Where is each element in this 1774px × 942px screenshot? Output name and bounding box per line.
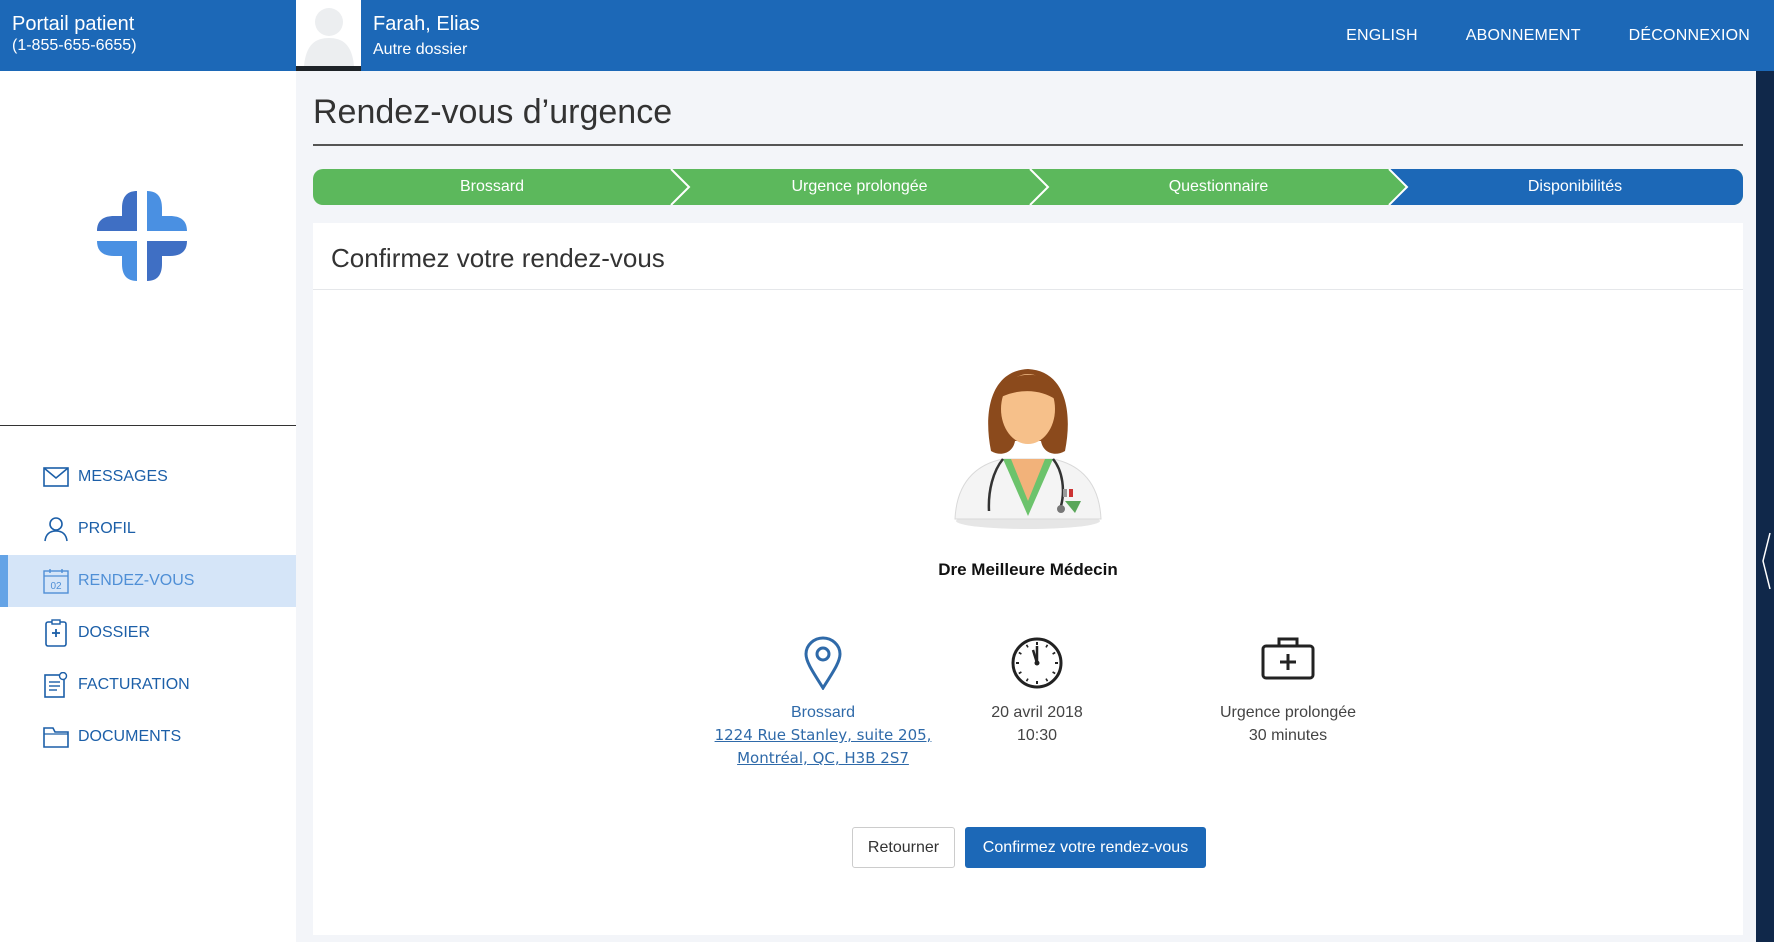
patient-name: Farah, Elias <box>373 13 480 35</box>
sidebar-divider <box>0 425 296 426</box>
nav-english[interactable]: ENGLISH <box>1346 27 1418 45</box>
back-button[interactable]: Retourner <box>852 827 955 868</box>
main-content: Rendez-vous d’urgence Brossard Urgence p… <box>296 71 1756 942</box>
sidebar-item-label: DOCUMENTS <box>78 728 182 745</box>
map-pin-icon <box>673 636 973 696</box>
sidebar: MESSAGES PROFIL 02 RENDEZ-VOUS DOSSIER F… <box>0 71 296 942</box>
sidebar-item-billing[interactable]: FACTURATION <box>0 659 296 711</box>
side-panel-toggle[interactable] <box>1756 71 1774 942</box>
sidebar-item-label: DOSSIER <box>78 624 151 641</box>
appointment-date: 20 avril 2018 <box>991 704 1083 721</box>
clock-icon <box>947 636 1127 696</box>
avatar-placeholder-icon <box>296 0 361 66</box>
type-info: Urgence prolongée 30 minutes <box>1163 636 1413 747</box>
invoice-icon <box>42 671 70 699</box>
nav-logout[interactable]: DÉCONNEXION <box>1629 27 1750 45</box>
top-bar: Portail patient (1-855-655-6655) Farah, … <box>0 0 1774 71</box>
brand: Portail patient (1-855-655-6655) <box>0 0 296 71</box>
other-record-link[interactable]: Autre dossier <box>373 40 480 60</box>
appointment-duration: 30 minutes <box>1248 727 1328 744</box>
sidebar-item-appointments[interactable]: 02 RENDEZ-VOUS <box>0 555 296 607</box>
medical-kit-icon <box>1163 636 1413 696</box>
nav-subscription[interactable]: ABONNEMENT <box>1466 27 1581 45</box>
time-info: 20 avril 2018 10:30 <box>947 636 1127 747</box>
brand-phone: (1-855-655-6655) <box>12 37 137 54</box>
step-availability: Disponibilités <box>1527 178 1623 195</box>
card-title: Confirmez votre rendez-vous <box>331 243 665 273</box>
sidebar-item-messages[interactable]: MESSAGES <box>0 451 296 503</box>
step-questionnaire: Questionnaire <box>1168 178 1269 195</box>
sidebar-item-label: MESSAGES <box>78 468 168 485</box>
user-icon <box>42 515 70 543</box>
appointment-hour: 10:30 <box>1016 727 1058 744</box>
sidebar-item-documents[interactable]: DOCUMENTS <box>0 711 296 763</box>
confirm-button[interactable]: Confirmez votre rendez-vous <box>965 827 1206 868</box>
sidebar-item-label: FACTURATION <box>78 676 190 693</box>
doctor-name: Dre Meilleure Médecin <box>938 560 1118 579</box>
svg-text:02: 02 <box>50 581 62 592</box>
sidebar-item-label: RENDEZ-VOUS <box>78 572 195 589</box>
clinic-logo <box>97 191 187 281</box>
top-nav: ENGLISH ABONNEMENT DÉCONNEXION <box>1346 0 1774 71</box>
sidebar-nav: MESSAGES PROFIL 02 RENDEZ-VOUS DOSSIER F… <box>0 451 296 763</box>
sidebar-item-label: PROFIL <box>78 520 136 537</box>
location-info: Brossard 1224 Rue Stanley, suite 205, Mo… <box>673 636 973 770</box>
doctor-avatar <box>954 369 1102 529</box>
folder-icon <box>42 723 70 751</box>
chevron-left-icon <box>1762 532 1771 590</box>
address-link-line1[interactable]: 1224 Rue Stanley, suite 205, <box>673 724 973 747</box>
calendar-icon: 02 <box>42 567 70 595</box>
title-divider <box>313 144 1743 146</box>
progress-steps: Brossard Urgence prolongée Questionnaire… <box>313 169 1743 205</box>
step-appointment-type: Urgence prolongée <box>791 178 928 195</box>
clipboard-icon <box>42 619 70 647</box>
appointment-type: Urgence prolongée <box>1219 704 1357 721</box>
sidebar-item-record[interactable]: DOSSIER <box>0 607 296 659</box>
sidebar-item-profile[interactable]: PROFIL <box>0 503 296 555</box>
page-title: Rendez-vous d’urgence <box>313 93 673 131</box>
location-city: Brossard <box>790 704 856 721</box>
step-location: Brossard <box>459 178 525 195</box>
card-divider <box>313 289 1743 290</box>
address-link-line2[interactable]: Montréal, QC, H3B 2S7 <box>673 747 973 770</box>
envelope-icon <box>42 463 70 491</box>
patient-avatar[interactable] <box>296 0 361 71</box>
confirm-card: Confirmez votre rendez-vous Dre Meilleur… <box>313 223 1743 935</box>
patient-info: Farah, Elias Autre dossier <box>373 12 480 60</box>
brand-title: Portail patient <box>12 13 135 35</box>
